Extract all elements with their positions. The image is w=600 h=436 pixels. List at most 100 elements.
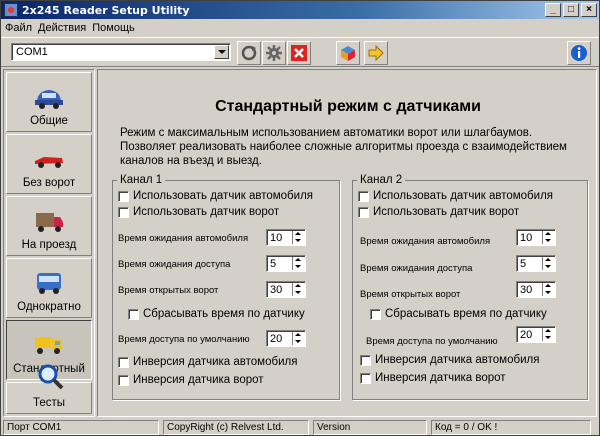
ch1-use-car-sensor-checkbox[interactable]: Использовать датчик автомобиля [118, 190, 313, 202]
spin-arrows-icon[interactable] [542, 328, 554, 341]
package-button[interactable] [336, 41, 360, 65]
checkbox-box[interactable] [360, 354, 371, 366]
ch2-invert-car-checkbox[interactable]: Инверсия датчика автомобиля [360, 354, 539, 366]
refresh-icon [241, 45, 257, 61]
menu-file[interactable]: Файл [5, 22, 32, 34]
checkbox-box[interactable] [128, 308, 139, 320]
nav-pass[interactable]: На проезд [6, 196, 92, 256]
forward-button[interactable] [364, 41, 388, 65]
ch1-invert-gate-checkbox[interactable]: Инверсия датчика ворот [118, 374, 264, 386]
nav-no-gate[interactable]: Без ворот [6, 134, 92, 194]
checkbox-box[interactable] [118, 374, 129, 386]
ch2-default-access-value: 20 [520, 329, 533, 341]
about-button[interactable] [567, 41, 591, 65]
ch1-invert-gate-label: Инверсия датчика ворот [133, 374, 264, 386]
nav-once[interactable]: Однократно [6, 258, 92, 318]
menu-help[interactable]: Помощь [92, 22, 135, 34]
title-bar[interactable]: 2x245 Reader Setup Utility _ □ × [1, 1, 599, 19]
ch1-wait-car-spinner[interactable]: 10 [266, 229, 306, 246]
connect-button[interactable] [237, 41, 261, 65]
ch1-wait-access-spinner[interactable]: 5 [266, 255, 306, 272]
ch1-default-access-value: 20 [270, 333, 283, 345]
spin-arrows-icon[interactable] [292, 332, 304, 345]
magnifier-icon [38, 364, 64, 390]
channel-2-legend: Канал 2 [360, 174, 403, 186]
maximize-button[interactable]: □ [563, 3, 579, 17]
ch1-wait-car-value: 10 [270, 232, 283, 244]
nav-general[interactable]: Общие [6, 72, 92, 132]
arrow-right-icon [368, 44, 384, 62]
spin-arrows-icon[interactable] [542, 257, 554, 270]
ch2-default-access-label: Время доступа по умолчанию [366, 336, 498, 347]
ch2-use-car-sensor-checkbox[interactable]: Использовать датчик автомобиля [358, 190, 553, 202]
ch2-gate-open-label: Время открытых ворот [360, 289, 461, 300]
checkbox-box[interactable] [118, 356, 129, 368]
main-panel: Стандартный режим с датчиками Режим с ма… [97, 69, 597, 417]
mode-sidebar: Общие Без ворот На проезд Однократно Ста… [3, 69, 95, 417]
ch1-gate-open-spinner[interactable]: 30 [266, 281, 306, 298]
ch1-default-access-spinner[interactable]: 20 [266, 330, 306, 347]
ch1-reset-time-checkbox[interactable]: Сбрасывать время по датчику [128, 308, 305, 320]
ch2-invert-gate-label: Инверсия датчика ворот [375, 372, 506, 384]
menu-bar: Файл Действия Помощь [1, 20, 599, 36]
status-version: Version [313, 420, 427, 435]
ch2-reset-time-checkbox[interactable]: Сбрасывать время по датчику [370, 308, 547, 320]
close-button[interactable]: × [581, 3, 597, 17]
bus-icon [37, 273, 61, 294]
ch2-use-gate-sensor-label: Использовать датчик ворот [373, 206, 520, 218]
package-icon [341, 46, 355, 61]
ch2-wait-car-spinner[interactable]: 10 [516, 229, 556, 246]
window-title: 2x245 Reader Setup Utility [22, 3, 190, 17]
menu-actions[interactable]: Действия [38, 22, 86, 34]
settings-button[interactable] [262, 41, 286, 65]
ch2-wait-car-value: 10 [520, 232, 533, 244]
ch2-wait-access-spinner[interactable]: 5 [516, 255, 556, 272]
ch2-wait-car-label: Время ожидания автомобиля [360, 236, 491, 247]
ch2-gate-open-spinner[interactable]: 30 [516, 281, 556, 298]
ch1-use-gate-sensor-checkbox[interactable]: Использовать датчик ворот [118, 206, 279, 218]
minimize-button[interactable]: _ [545, 3, 561, 17]
truck-icon [36, 213, 63, 232]
ch2-default-access-spinner[interactable]: 20 [516, 326, 556, 343]
spin-arrows-icon[interactable] [542, 283, 554, 296]
ch1-wait-access-value: 5 [270, 258, 277, 270]
ch2-use-car-sensor-label: Использовать датчик автомобиля [373, 190, 554, 202]
ch1-invert-car-checkbox[interactable]: Инверсия датчика автомобиля [118, 356, 297, 368]
spin-arrows-icon[interactable] [292, 257, 304, 270]
gear-icon [266, 45, 282, 61]
ch1-wait-access-label: Время ожидания доступа [118, 259, 231, 270]
spin-arrows-icon[interactable] [292, 283, 304, 296]
status-port: Порт COM1 [3, 420, 159, 435]
checkbox-box[interactable] [360, 372, 371, 384]
ch1-gate-open-label: Время открытых ворот [118, 285, 219, 296]
race-car-icon [35, 157, 63, 168]
checkbox-box[interactable] [118, 206, 129, 218]
port-select-value: COM1 [16, 46, 48, 58]
info-icon [571, 45, 587, 61]
ch1-use-car-sensor-label: Использовать датчик автомобиля [133, 190, 314, 202]
ch1-reset-time-label: Сбрасывать время по датчику [143, 308, 305, 320]
checkbox-box[interactable] [358, 190, 369, 202]
port-select[interactable]: COM1 [11, 43, 231, 61]
checkbox-box[interactable] [370, 308, 381, 320]
spin-arrows-icon[interactable] [542, 231, 554, 244]
ch2-reset-time-label: Сбрасывать время по датчику [385, 308, 547, 320]
ch2-wait-access-value: 5 [520, 258, 527, 270]
status-code: Код = 0 / OK ! [431, 420, 591, 435]
nav-no-gate-label: Без ворот [22, 177, 76, 189]
status-bar: Порт COM1 CopyRight (c) Relvest Ltd. Ver… [1, 419, 599, 436]
app-icon [4, 3, 18, 17]
chevron-down-icon[interactable] [214, 45, 229, 59]
nav-tests-label: Тесты [32, 397, 66, 409]
nav-pass-label: На проезд [21, 239, 77, 251]
dump-truck-icon [35, 337, 62, 354]
ch2-invert-gate-checkbox[interactable]: Инверсия датчика ворот [360, 372, 506, 384]
stop-button[interactable] [287, 41, 311, 65]
checkbox-box[interactable] [358, 206, 369, 218]
cross-icon [291, 45, 307, 61]
ch2-use-gate-sensor-checkbox[interactable]: Использовать датчик ворот [358, 206, 519, 218]
checkbox-box[interactable] [118, 190, 129, 202]
mode-description: Режим с максимальным использованием авто… [120, 127, 567, 167]
ch2-invert-car-label: Инверсия датчика автомобиля [375, 354, 540, 366]
spin-arrows-icon[interactable] [292, 231, 304, 244]
